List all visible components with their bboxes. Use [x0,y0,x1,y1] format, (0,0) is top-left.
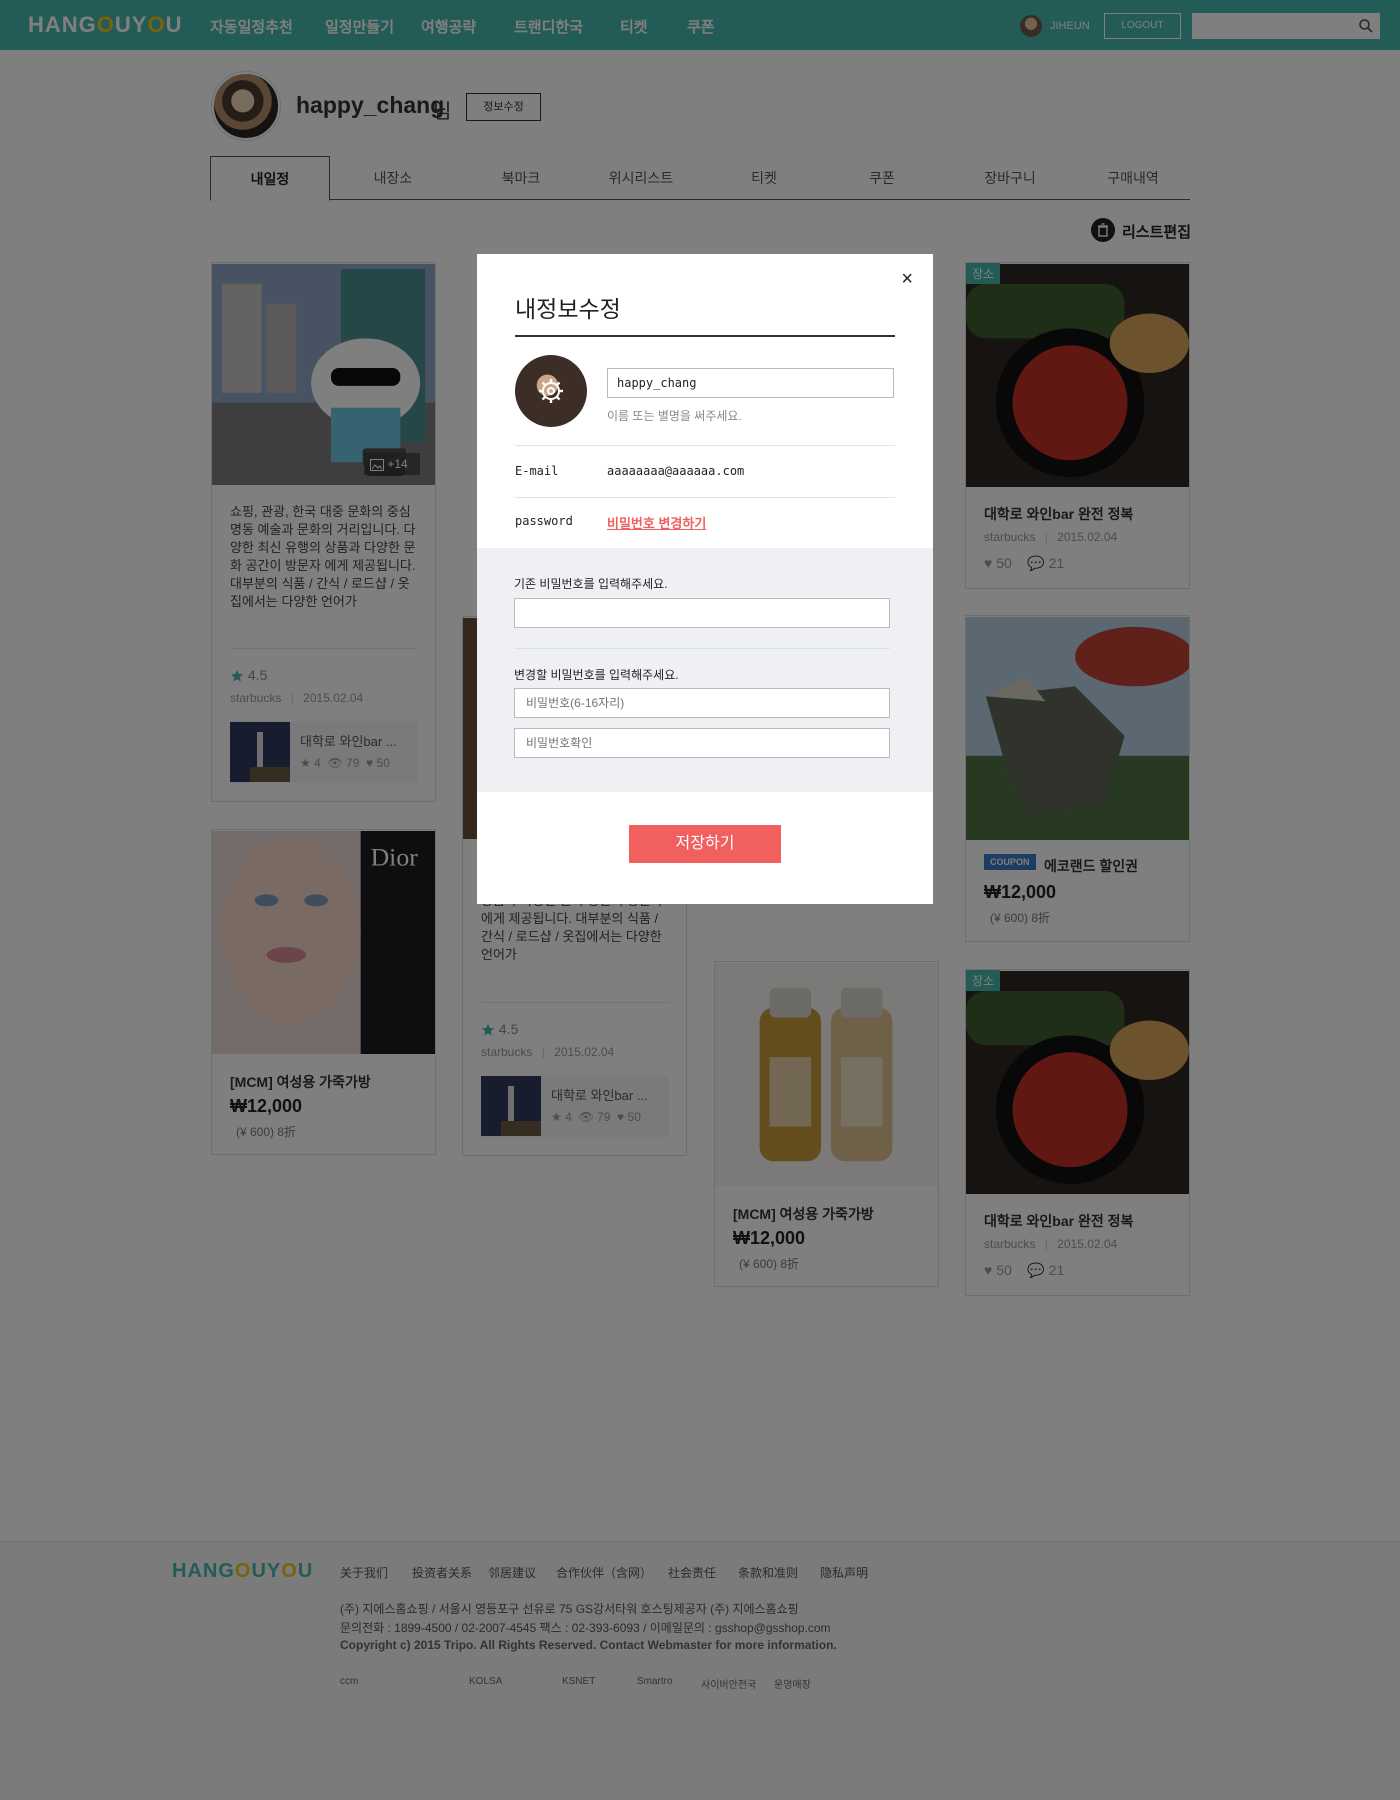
password-change-panel: 기존 비밀번호를 입력해주세요. 변경할 비밀번호를 입력해주세요. [477,548,933,792]
close-icon[interactable]: × [901,268,913,291]
nickname-hint: 이름 또는 별명을 써주세요. [607,409,742,423]
modal-title: 내정보수정 [515,296,621,322]
nickname-input[interactable] [607,368,894,398]
save-button[interactable]: 저장하기 [629,825,781,863]
confirm-password-input[interactable] [514,728,890,758]
change-password-link[interactable]: 비밀번호 변경하기 [607,513,706,532]
profile-photo-editor[interactable] [515,355,587,427]
password-label: password [515,514,573,528]
divider [515,445,895,446]
gear-icon[interactable] [537,377,565,405]
current-password-label: 기존 비밀번호를 입력해주세요. [514,577,668,591]
divider [514,648,890,649]
email-label: E-mail [515,464,559,478]
modal-title-rule [515,335,895,337]
email-value: aaaaaaaa@aaaaaa.com [607,464,745,478]
divider [515,497,895,498]
current-password-input[interactable] [514,598,890,628]
new-password-input[interactable] [514,688,890,718]
new-password-label: 변경할 비밀번호를 입력해주세요. [514,668,679,682]
edit-profile-modal: × 내정보수정 이름 또는 별명을 써주세요. E-mail aaaaaaaa@… [477,254,933,904]
